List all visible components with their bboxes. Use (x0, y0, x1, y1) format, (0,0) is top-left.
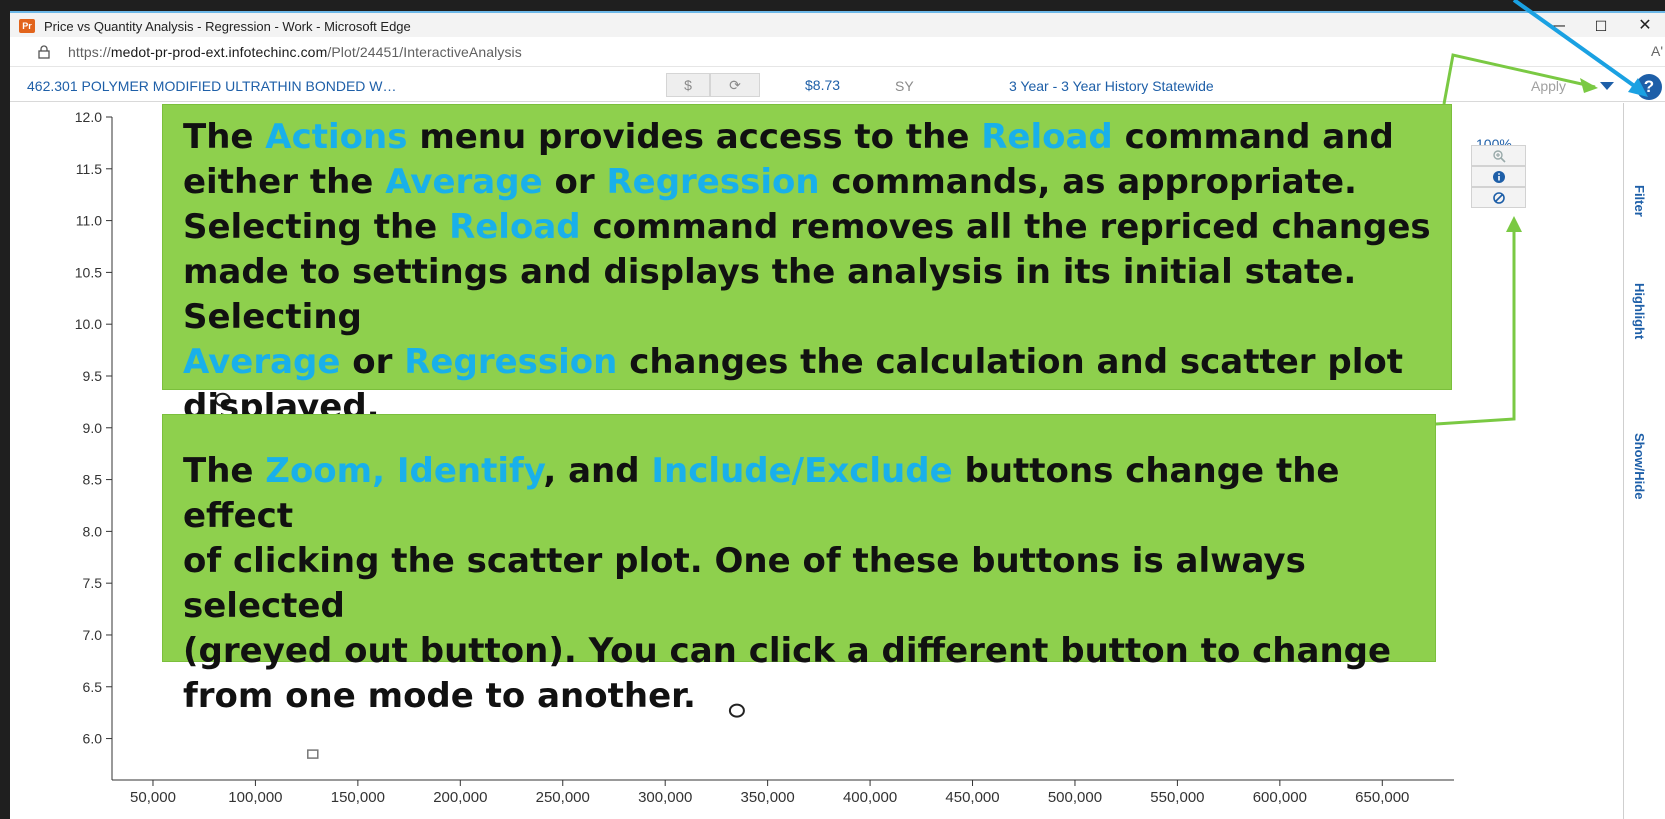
x-tick-label: 500,000 (1048, 789, 1102, 806)
callout-line: either the Average or Regression command… (183, 160, 1451, 205)
y-tick-label: 6.5 (83, 679, 103, 695)
callout-text: or (542, 162, 607, 202)
callout-line: (greyed out button). You can click a dif… (183, 629, 1435, 674)
y-tick-label: 12.0 (75, 109, 102, 125)
callout-highlight-text: Average (183, 342, 341, 382)
y-tick-label: 11.5 (76, 161, 102, 177)
callout-text: The (183, 117, 266, 157)
callout-highlight-text: Actions (265, 117, 408, 157)
callout-highlight-text: Reload (981, 117, 1113, 157)
show-hide-tab[interactable]: Show/Hide (1632, 433, 1647, 499)
callout-text: from one mode to another. (183, 676, 696, 716)
callout-text: , and (543, 451, 652, 491)
x-tick-label: 150,000 (331, 789, 385, 806)
callout-text: command removes all the repriced changes (580, 207, 1431, 247)
x-tick-label: 200,000 (433, 789, 487, 806)
x-tick-label: 300,000 (638, 789, 692, 806)
callout-highlight-text: Regression (606, 162, 820, 202)
x-tick-label: 550,000 (1150, 789, 1204, 806)
callout-line: made to settings and displays the analys… (183, 250, 1451, 340)
zoom-in-icon (1492, 150, 1506, 163)
callout-text: menu provides access to the (407, 117, 982, 157)
y-tick-label: 7.5 (83, 575, 103, 591)
y-tick-label: 9.0 (83, 420, 103, 436)
identify-button[interactable] (1471, 166, 1526, 187)
callout-highlight-text: Zoom, Identify (265, 451, 544, 491)
callout-text: (greyed out button). You can click a dif… (183, 631, 1392, 671)
callout-text: Selecting the (183, 207, 450, 247)
callout-line: Average or Regression changes the calcul… (183, 340, 1451, 385)
x-tick-label: 600,000 (1253, 789, 1307, 806)
y-tick-label: 10.5 (75, 264, 102, 280)
callout-line: The Zoom, Identify, and Include/Exclude … (183, 449, 1435, 539)
callout-line: The Actions menu provides access to the … (183, 115, 1451, 160)
mode-buttons-callout: The Zoom, Identify, and Include/Exclude … (162, 414, 1436, 716)
callout-text: The (183, 451, 266, 491)
y-tick-label: 9.5 (83, 368, 103, 384)
y-tick-label: 10.0 (75, 316, 102, 332)
y-tick-label: 8.0 (83, 523, 103, 539)
callout-line: of clicking the scatter plot. One of the… (183, 539, 1435, 629)
y-tick-label: 7.0 (83, 627, 103, 643)
screenshot-frame: Pr Price vs Quantity Analysis - Regressi… (0, 0, 1665, 819)
x-tick-label: 350,000 (741, 789, 795, 806)
right-side-panel: Filter Highlight Show/Hide (1623, 103, 1665, 819)
y-tick-label: 8.5 (83, 472, 103, 488)
highlight-tab[interactable]: Highlight (1632, 283, 1647, 339)
ban-icon (1492, 192, 1505, 204)
excluded-data-point (307, 749, 319, 759)
callout-line: Selecting the Reload command removes all… (183, 205, 1451, 250)
callout-text: of clicking the scatter plot. One of the… (183, 541, 1306, 626)
include-exclude-button[interactable] (1471, 187, 1526, 208)
callout-text: made to settings and displays the analys… (183, 252, 1357, 337)
callout-text: changes the calculation and scatter plot (617, 342, 1403, 382)
x-tick-label: 450,000 (945, 789, 999, 806)
x-tick-label: 650,000 (1355, 789, 1409, 806)
callout-highlight-text: Reload (449, 207, 581, 247)
callout-text: commands, as appropriate. (819, 162, 1357, 202)
callout-text: or (340, 342, 405, 382)
x-tick-label: 250,000 (536, 789, 590, 806)
y-tick-label: 11.0 (76, 213, 102, 229)
actions-menu-callout: The Actions menu provides access to the … (162, 104, 1452, 427)
filter-tab[interactable]: Filter (1632, 185, 1647, 217)
callout-line: from one mode to another. (183, 674, 1435, 719)
callout-text: either the (183, 162, 386, 202)
zoom-button[interactable] (1471, 145, 1526, 166)
callout-highlight-text: Regression (404, 342, 618, 382)
x-tick-label: 100,000 (228, 789, 282, 806)
x-tick-label: 400,000 (843, 789, 897, 806)
callout-highlight-text: Average (385, 162, 543, 202)
x-tick-label: 50,000 (130, 789, 176, 806)
info-icon (1492, 171, 1505, 183)
callout-highlight-text: Include/Exclude (651, 451, 953, 491)
callout-text: command and (1112, 117, 1394, 157)
y-tick-label: 6.0 (83, 731, 103, 747)
